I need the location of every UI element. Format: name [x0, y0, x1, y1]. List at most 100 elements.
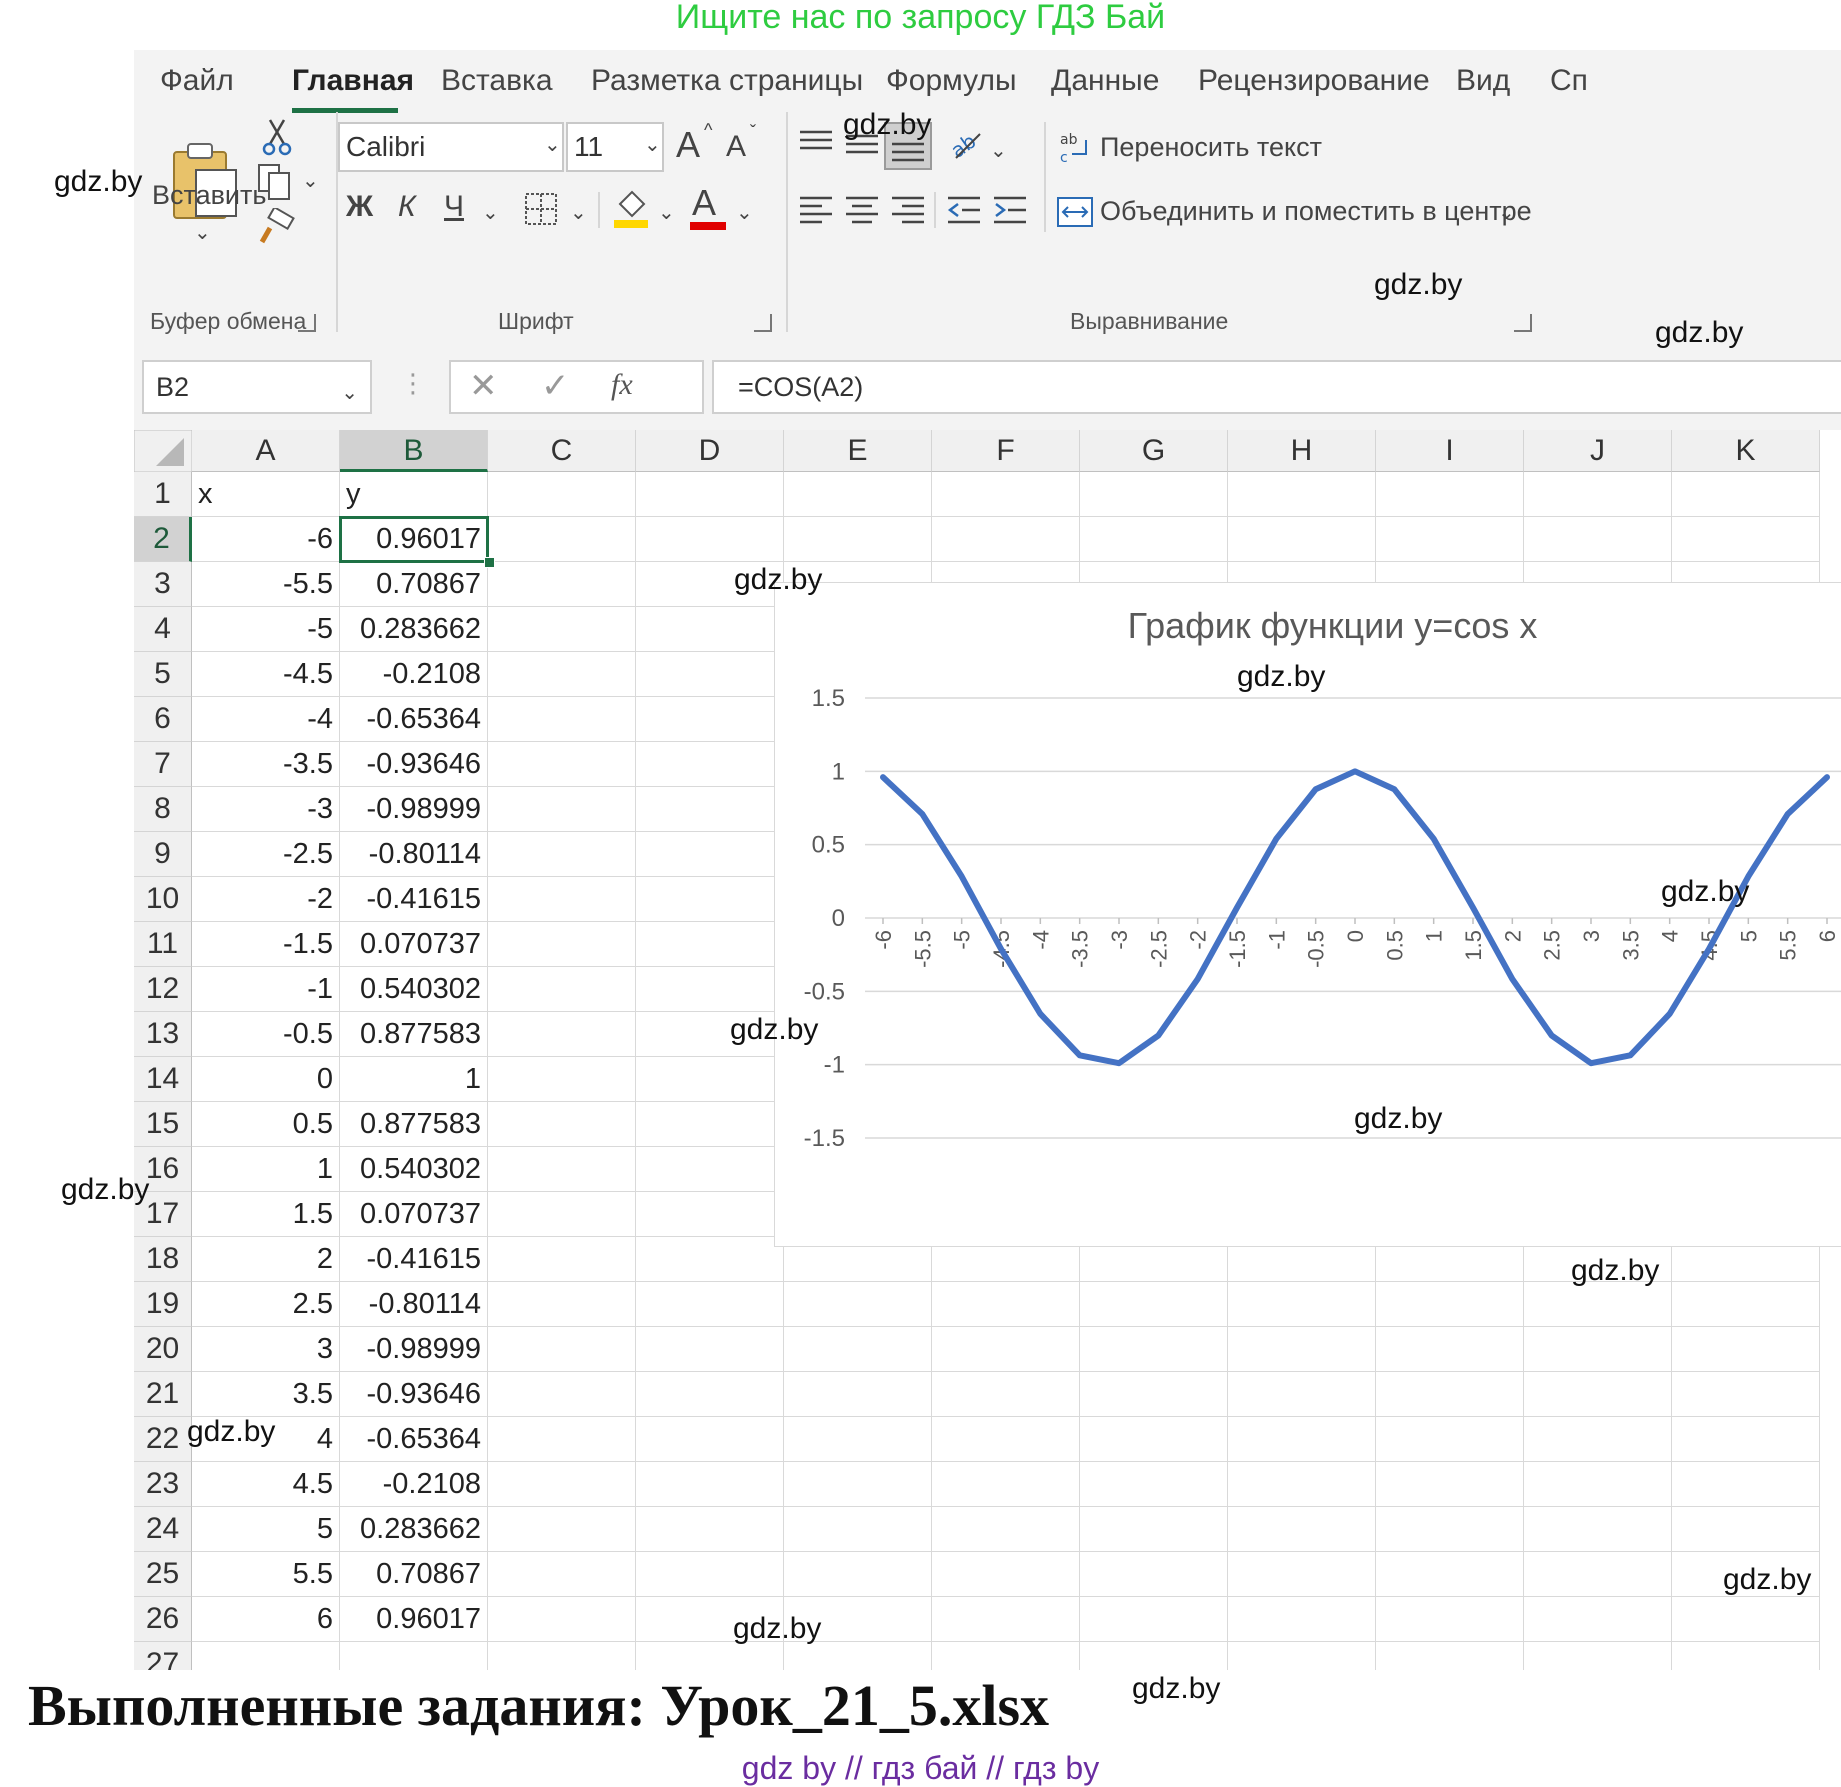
column-header-i[interactable]: I — [1376, 430, 1524, 472]
cell[interactable] — [636, 1552, 784, 1597]
row-header[interactable]: 19 — [134, 1282, 192, 1327]
cell[interactable] — [636, 787, 784, 832]
cell-y[interactable]: -0.65364 — [340, 697, 488, 742]
cell[interactable] — [1080, 1507, 1228, 1552]
cell-y[interactable]: -0.93646 — [340, 742, 488, 787]
column-header-h[interactable]: H — [1228, 430, 1376, 472]
cell[interactable] — [1524, 1327, 1672, 1372]
cell[interactable] — [636, 697, 784, 742]
cell-x[interactable]: 1.5 — [192, 1192, 340, 1237]
cell[interactable] — [636, 967, 784, 1012]
cell-y[interactable]: 1 — [340, 1057, 488, 1102]
format-painter-icon[interactable] — [256, 208, 296, 248]
data-point[interactable] — [1549, 1033, 1554, 1038]
cell[interactable] — [784, 1507, 932, 1552]
cell[interactable] — [1228, 1282, 1376, 1327]
cell-x[interactable]: x — [192, 472, 340, 517]
row-header[interactable]: 11 — [134, 922, 192, 967]
cell[interactable] — [1376, 1642, 1524, 1670]
cell-x[interactable]: -1 — [192, 967, 340, 1012]
tab-review[interactable]: Рецензирование — [1198, 64, 1430, 98]
cell[interactable] — [488, 922, 636, 967]
column-header-f[interactable]: F — [932, 430, 1080, 472]
cell[interactable] — [636, 517, 784, 562]
cell-y[interactable]: 0.877583 — [340, 1102, 488, 1147]
cell[interactable] — [1080, 1642, 1228, 1670]
row-header[interactable]: 9 — [134, 832, 192, 877]
name-box[interactable]: B2 ⌄ — [142, 360, 372, 414]
cell-x[interactable]: 5 — [192, 1507, 340, 1552]
cell[interactable] — [488, 1192, 636, 1237]
data-point[interactable] — [999, 946, 1003, 951]
cell[interactable] — [932, 1642, 1080, 1670]
cell-y[interactable]: 0.540302 — [340, 967, 488, 1012]
cell[interactable] — [488, 472, 636, 517]
wrap-text-button[interactable]: Переносить текст — [1100, 132, 1322, 163]
tab-file[interactable]: Файл — [160, 64, 234, 98]
merge-center-button[interactable]: Объединить и поместить в центре — [1100, 196, 1532, 227]
cell-y[interactable]: -0.98999 — [340, 787, 488, 832]
font-dialog-launcher-icon[interactable] — [754, 314, 772, 332]
cell[interactable] — [1672, 1462, 1820, 1507]
merge-center-icon[interactable] — [1056, 196, 1094, 228]
cell[interactable] — [1672, 472, 1820, 517]
row-header[interactable]: 27 — [134, 1642, 192, 1670]
cell[interactable] — [1228, 517, 1376, 562]
data-point[interactable] — [881, 775, 885, 780]
cell-y[interactable]: 0.283662 — [340, 607, 488, 652]
borders-icon[interactable] — [524, 192, 558, 226]
cell[interactable] — [488, 562, 636, 607]
cell-x[interactable]: -5.5 — [192, 562, 340, 607]
cell[interactable] — [636, 922, 784, 967]
cell[interactable] — [636, 472, 784, 517]
cell[interactable] — [784, 1282, 932, 1327]
cancel-formula-icon[interactable]: ✕ — [469, 366, 498, 406]
font-color-dropdown-icon[interactable]: ⌄ — [736, 200, 753, 225]
cell[interactable] — [932, 1462, 1080, 1507]
tab-formulas[interactable]: Формулы — [886, 64, 1017, 98]
cell[interactable] — [488, 1057, 636, 1102]
cell[interactable] — [1080, 1597, 1228, 1642]
cell-y[interactable]: -0.98999 — [340, 1327, 488, 1372]
cell[interactable] — [784, 1462, 932, 1507]
cell[interactable] — [1672, 1327, 1820, 1372]
cell[interactable] — [932, 1282, 1080, 1327]
row-header[interactable]: 5 — [134, 652, 192, 697]
data-point[interactable] — [1825, 775, 1829, 780]
cell-y[interactable]: -0.2108 — [340, 652, 488, 697]
decrease-indent-icon[interactable] — [946, 194, 982, 226]
row-header[interactable]: 4 — [134, 607, 192, 652]
row-header[interactable]: 3 — [134, 562, 192, 607]
cell[interactable] — [1080, 1327, 1228, 1372]
cell[interactable] — [932, 1552, 1080, 1597]
row-header[interactable]: 22 — [134, 1417, 192, 1462]
cell-x[interactable]: -2.5 — [192, 832, 340, 877]
cell[interactable] — [488, 652, 636, 697]
cell[interactable] — [636, 1462, 784, 1507]
cell[interactable] — [636, 1327, 784, 1372]
cell[interactable] — [932, 1597, 1080, 1642]
cell[interactable] — [1080, 1417, 1228, 1462]
cell[interactable] — [1228, 1552, 1376, 1597]
cell[interactable] — [636, 1642, 784, 1670]
cell[interactable] — [784, 517, 932, 562]
cell[interactable] — [1524, 1282, 1672, 1327]
cell[interactable] — [636, 1147, 784, 1192]
underline-dropdown-icon[interactable]: ⌄ — [482, 200, 499, 225]
cell[interactable] — [1524, 517, 1672, 562]
column-header-k[interactable]: K — [1672, 430, 1820, 472]
cell-y[interactable]: -0.80114 — [340, 832, 488, 877]
cell[interactable] — [1376, 1462, 1524, 1507]
cell[interactable] — [488, 1102, 636, 1147]
cell[interactable] — [636, 742, 784, 787]
cell-x[interactable]: -5 — [192, 607, 340, 652]
font-color-icon[interactable]: A — [692, 182, 716, 224]
cell[interactable] — [1228, 1507, 1376, 1552]
cell[interactable] — [1376, 1372, 1524, 1417]
cell[interactable] — [1376, 472, 1524, 517]
data-point[interactable] — [1117, 1061, 1121, 1066]
row-header[interactable]: 25 — [134, 1552, 192, 1597]
cell-x[interactable]: -2 — [192, 877, 340, 922]
cell[interactable] — [488, 787, 636, 832]
copy-icon[interactable] — [256, 162, 296, 202]
